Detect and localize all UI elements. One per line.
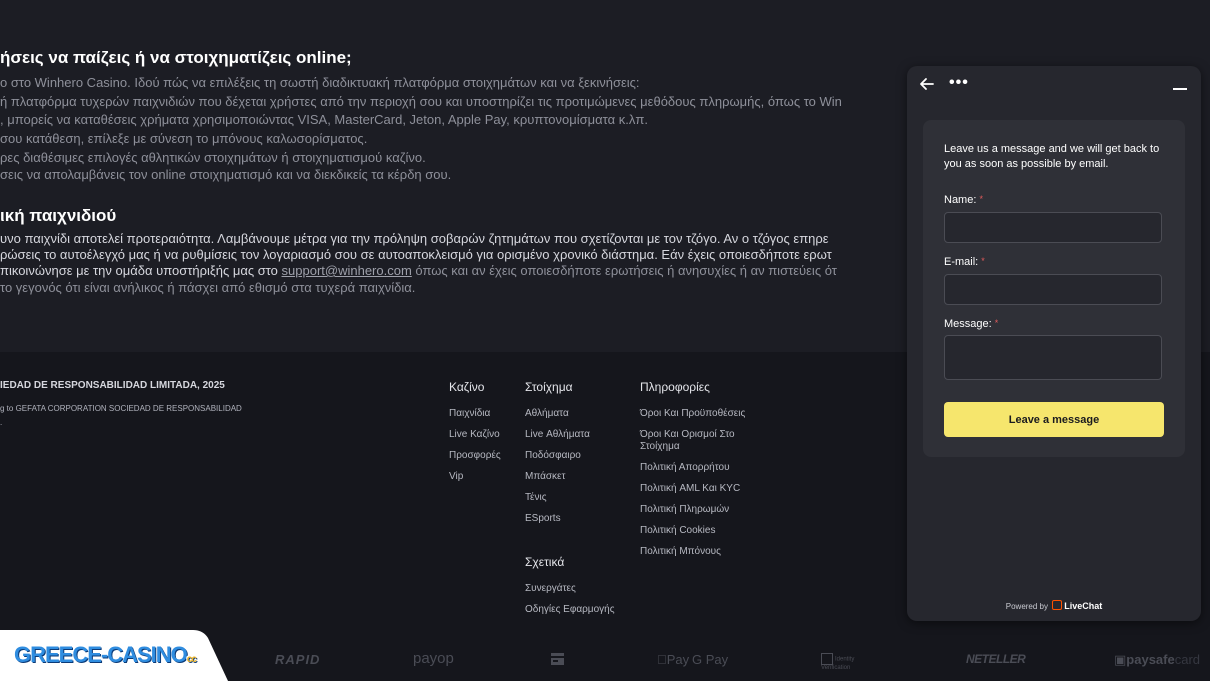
footer-column-about: Σχετικά Συνεργάτες Οδηγίες Εφαρμογής: [525, 555, 615, 625]
footer-column-info: Πληροφορίες Όροι Και Προϋποθέσεις Όροι Κ…: [640, 380, 750, 567]
article-text: πικοινώνησε με την ομάδα υποστήριξής μας…: [0, 263, 282, 278]
footer-link[interactable]: Πολιτική Μπόνους: [640, 546, 750, 558]
footer-column-title: Σχετικά: [525, 555, 565, 569]
greece-casino-logo: GREECE-CASINOcc: [14, 642, 197, 668]
footer-link[interactable]: Οδηγίες Εφαρμογής: [525, 604, 615, 616]
name-input[interactable]: [944, 212, 1162, 243]
paysafe-card-text: card: [1174, 652, 1201, 667]
apple-pay-text: Pay: [657, 652, 689, 667]
owner-text-tail: .: [0, 418, 3, 427]
article-line: ο στο Winhero Casino. Ιδού πώς να επιλέξ…: [0, 75, 640, 90]
article-line: το γεγονός ότι είναι ανήλικος ή πάσχει α…: [0, 280, 416, 295]
chat-header: •••: [907, 66, 1201, 106]
footer-link[interactable]: Vip: [449, 471, 501, 483]
apple-pay-logo: Pay: [657, 652, 689, 667]
footer-link[interactable]: Προσφορές: [449, 450, 501, 462]
name-label-text: Name:: [944, 194, 977, 206]
rapid-logo: RAPID: [275, 652, 321, 667]
footer-link[interactable]: Πολιτική Πληρωμών: [640, 504, 750, 516]
footer-column-betting: Στοίχημα Αθλήματα Live Αθλήματα Ποδόσφαι…: [525, 380, 590, 534]
article-line: ρώσεις το αυτοέλεγχό μας ή να ρυθμίσεις …: [0, 247, 832, 262]
article-line: ή πλατφόρμα τυχερών παιχνιδιών που δέχετ…: [0, 94, 842, 109]
greece-casino-badge: GREECE-CASINOcc: [0, 630, 228, 681]
footer-link[interactable]: Τένις: [525, 492, 590, 504]
minimize-icon[interactable]: [1173, 88, 1187, 90]
footer-link[interactable]: Πολιτική Cookies: [640, 525, 750, 537]
footer-link[interactable]: Ποδόσφαιρο: [525, 450, 590, 462]
email-label: E-mail: *: [944, 256, 985, 268]
neteller-logo: NETELLER: [966, 652, 1026, 666]
livechat-brand-text: LiveChat: [1064, 601, 1103, 611]
article-line: σου κατάθεση, επίλεξε με σύνεση το μπόνο…: [0, 131, 368, 146]
footer-link[interactable]: Μπάσκετ: [525, 471, 590, 483]
email-input[interactable]: [944, 274, 1162, 305]
message-label: Message: *: [944, 318, 998, 330]
footer-link[interactable]: Όροι Και Ορισμοί Στο Στοίχημα: [640, 429, 750, 453]
footer-link[interactable]: Αθλήματα: [525, 408, 590, 420]
powered-by-text: Powered by: [1005, 602, 1048, 611]
livechat-widget: ••• Leave us a message and we will get b…: [907, 66, 1201, 621]
logo-text: GREECE-CASINO: [14, 642, 188, 667]
form-intro-text: Leave us a message and we will get back …: [944, 143, 1160, 170]
name-label: Name: *: [944, 194, 983, 206]
lock-icon: ▣: [1114, 652, 1127, 667]
footer-link[interactable]: Παιχνίδια: [449, 408, 501, 420]
livechat-logo-icon: [1052, 600, 1063, 610]
footer-link[interactable]: Πολιτική AML Και KYC: [640, 483, 750, 495]
article-heading-2: ική παιχνιδιού: [0, 206, 117, 225]
article-line: πικοινώνησε με την ομάδα υποστήριξής μας…: [0, 263, 837, 278]
footer-column-title: Καζίνο: [449, 380, 485, 394]
owner-text: g to GEFATA CORPORATION SOCIEDAD DE RESP…: [0, 404, 242, 413]
copyright-text: IEDAD DE RESPONSABILIDAD LIMITADA, 2025: [0, 380, 225, 391]
message-label-text: Message:: [944, 318, 992, 330]
footer-link[interactable]: Live Καζίνο: [449, 429, 501, 441]
article-line: σεις να απολαμβάνεις τον online στοιχημα…: [0, 167, 452, 182]
footer-link[interactable]: Πολιτική Απορρήτου: [640, 462, 750, 474]
paysafe-text: paysafe: [1126, 652, 1175, 667]
more-options-icon[interactable]: •••: [949, 74, 969, 92]
identity-verification-logo: Identity Verification: [821, 653, 881, 671]
footer-link[interactable]: Όροι Και Προϋποθέσεις: [640, 408, 750, 420]
apple-icon: : [657, 652, 667, 667]
footer-link[interactable]: ESports: [525, 513, 590, 525]
article-heading-1: ήσεις να παίζεις ή να στοιχηματίζεις onl…: [0, 48, 352, 67]
required-mark: *: [994, 318, 999, 328]
logo-suffix: cc: [186, 654, 197, 665]
article-line: ρες διαθέσιμες επιλογές αθλητικών στοιχη…: [0, 150, 426, 165]
powered-by-livechat[interactable]: Powered by LiveChat: [907, 600, 1201, 611]
payop-logo: payop: [413, 650, 454, 667]
paysafecard-logo: ▣paysafecard: [1114, 652, 1200, 668]
footer-column-title: Πληροφορίες: [640, 380, 710, 394]
bank-card-icon: [551, 653, 564, 668]
footer-column-title: Στοίχημα: [525, 380, 573, 394]
required-mark: *: [979, 194, 983, 204]
article-line: , μπορείς να καταθέσεις χρήματα χρησιμοπ…: [0, 112, 648, 127]
article-line: υνο παιχνίδι αποτελεί προτεραιότητα. Λαμ…: [0, 231, 829, 246]
message-form-card: Leave us a message and we will get back …: [923, 120, 1185, 457]
identity-icon: [821, 653, 833, 665]
back-arrow-icon[interactable]: [919, 76, 935, 92]
message-textarea[interactable]: [944, 335, 1162, 380]
google-pay-logo: G Pay: [692, 652, 729, 667]
leave-message-button[interactable]: Leave a message: [944, 402, 1164, 437]
email-label-text: E-mail:: [944, 256, 979, 268]
support-email-link[interactable]: support@winhero.com: [282, 263, 412, 278]
footer-link[interactable]: Συνεργάτες: [525, 583, 615, 595]
required-mark: *: [981, 256, 985, 266]
footer-column-casino: Καζίνο Παιχνίδια Live Καζίνο Προσφορές V…: [449, 380, 501, 492]
page: ήσεις να παίζεις ή να στοιχηματίζεις onl…: [0, 0, 1210, 681]
footer-link[interactable]: Live Αθλήματα: [525, 429, 590, 441]
article-text: όπως και αν έχεις οποιεσδήποτε ερωτήσεις…: [411, 263, 837, 278]
